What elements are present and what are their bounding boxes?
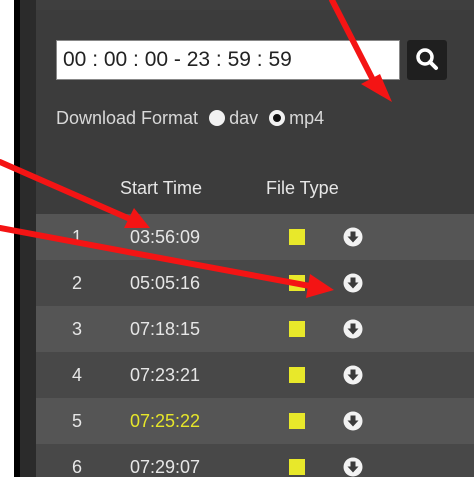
row-index: 3 (72, 319, 83, 339)
circle-arrow-down-icon (343, 457, 363, 477)
download-button[interactable] (343, 319, 363, 339)
row-index: 5 (72, 411, 83, 431)
row-start-time: 07:23:21 (130, 365, 201, 385)
circle-arrow-down-icon (343, 319, 363, 339)
file-type-marker (289, 413, 305, 429)
table-row[interactable]: 6 07:29:07 (36, 444, 474, 477)
file-type-marker (289, 275, 305, 291)
download-button[interactable] (343, 457, 363, 477)
download-format-row: Download Format dav mp4 (56, 106, 324, 130)
panel-top-strip (36, 0, 474, 10)
time-range-input[interactable]: 00 : 00 : 00 - 23 : 59 : 59 (56, 40, 400, 80)
row-index: 2 (72, 273, 83, 293)
file-type-marker (289, 367, 305, 383)
left-border (14, 0, 20, 477)
table-row[interactable]: 1 03:56:09 (36, 214, 474, 260)
row-start-time: 07:25:22 (130, 411, 201, 431)
download-button[interactable] (343, 227, 363, 247)
download-button[interactable] (343, 411, 363, 431)
search-button[interactable] (407, 40, 447, 80)
table-row[interactable]: 5 07:25:22 (36, 398, 474, 444)
download-button[interactable] (343, 365, 363, 385)
radio-dav-label[interactable]: dav (229, 108, 258, 128)
header-start-time: Start Time (120, 178, 203, 198)
row-index: 6 (72, 457, 83, 477)
row-index: 1 (72, 227, 83, 247)
row-start-time: 07:18:15 (130, 319, 201, 339)
file-type-marker (289, 229, 305, 245)
circle-arrow-down-icon (343, 365, 363, 385)
search-icon (407, 48, 447, 84)
radio-dav[interactable] (209, 110, 226, 126)
download-button[interactable] (343, 273, 363, 293)
file-type-marker (289, 321, 305, 337)
header-file-type: File Type (266, 178, 339, 198)
table-row[interactable]: 4 07:23:21 (36, 352, 474, 398)
file-type-marker (289, 459, 305, 475)
radio-mp4[interactable] (269, 110, 286, 126)
row-start-time: 03:56:09 (130, 227, 201, 247)
row-index: 4 (72, 365, 83, 385)
playback-panel: 00 : 00 : 00 - 23 : 59 : 59 Download For… (36, 0, 474, 477)
table-row[interactable]: 2 05:05:16 (36, 260, 474, 306)
table-row[interactable]: 3 07:18:15 (36, 306, 474, 352)
download-format-label: Download Format (56, 108, 199, 128)
circle-arrow-down-icon (343, 273, 363, 293)
row-start-time: 07:29:07 (130, 457, 201, 477)
row-start-time: 05:05:16 (130, 273, 201, 293)
circle-arrow-down-icon (343, 411, 363, 431)
circle-arrow-down-icon (343, 227, 363, 247)
radio-mp4-label[interactable]: mp4 (289, 108, 324, 128)
